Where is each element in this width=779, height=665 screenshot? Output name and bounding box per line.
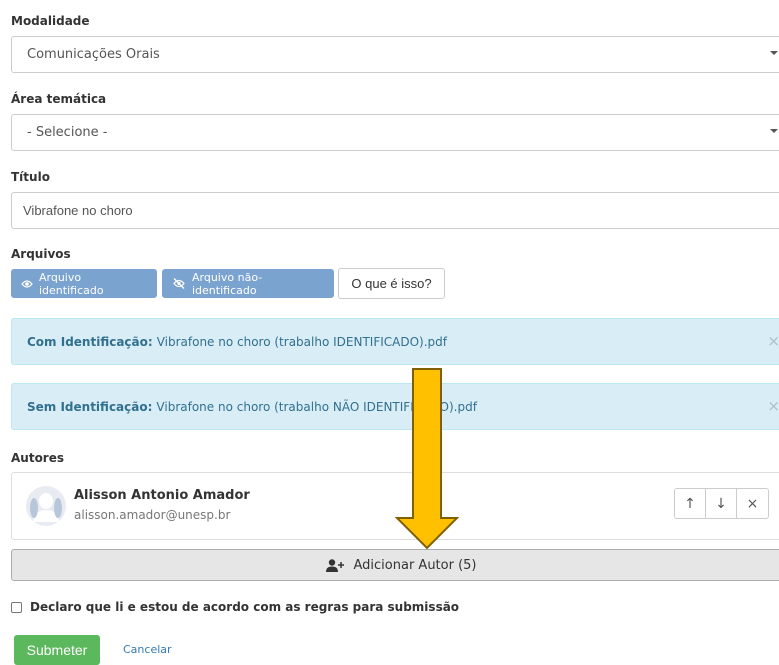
chevron-down-icon (770, 51, 778, 55)
alert-text: Vibrafone no choro (trabalho IDENTIFICAD… (156, 334, 447, 349)
chevron-down-icon (770, 129, 778, 133)
arquivo-nao-identificado-button[interactable]: Arquivo não-identificado (162, 269, 334, 298)
add-author-button[interactable]: Adicionar Autor (5) (11, 549, 779, 581)
arquivo-identificado-button[interactable]: Arquivo identificado (11, 269, 157, 298)
modalidade-select[interactable]: Comunicações Orais (11, 36, 779, 73)
add-author-label: Adicionar Autor (5) (353, 557, 477, 573)
arquivo-nao-identificado-label: Arquivo não-identificado (192, 270, 263, 297)
down-arrow-annotation-icon (395, 368, 459, 550)
alert-prefix: Sem Identificação: (27, 399, 153, 414)
autores-label: Autores (11, 451, 65, 465)
arrow-down-icon[interactable]: ↓ (706, 489, 737, 518)
close-icon[interactable]: × (767, 397, 779, 415)
declaro-label: Declaro que li e estou de acordo com as … (30, 600, 460, 614)
modalidade-value: Comunicações Orais (27, 47, 160, 62)
arquivos-label: Arquivos (11, 247, 71, 261)
avatar-placeholder-icon (26, 486, 66, 526)
area-tematica-label: Área temática (11, 92, 107, 106)
close-icon[interactable]: × (767, 332, 779, 350)
declaro-checkbox[interactable] (11, 601, 22, 613)
arquivo-identificado-label: Arquivo identificado (39, 270, 104, 297)
o-que-e-isso-button[interactable]: O que é isso? (338, 268, 445, 299)
author-actions: ↑ ↓ × (674, 488, 769, 519)
user-plus-icon (325, 558, 344, 572)
alert-com-identificacao: Com Identificação: Vibrafone no choro (t… (11, 318, 779, 365)
eye-slash-icon (173, 278, 185, 289)
author-email: alisson.amador@unesp.br (74, 508, 231, 522)
arrow-up-icon[interactable]: ↑ (675, 489, 706, 518)
area-tematica-select[interactable]: - Selecione - (11, 114, 779, 151)
cancel-link[interactable]: Cancelar (123, 643, 172, 656)
eye-icon (21, 279, 33, 288)
remove-author-icon[interactable]: × (737, 489, 768, 518)
alert-prefix: Com Identificação: (27, 334, 153, 349)
submit-button[interactable]: Submeter (14, 635, 100, 665)
titulo-label: Título (11, 170, 50, 184)
titulo-input[interactable]: Vibrafone no choro (11, 192, 779, 229)
titulo-value: Vibrafone no choro (23, 203, 133, 218)
modalidade-label: Modalidade (11, 14, 90, 28)
declaro-checkbox-row[interactable]: Declaro que li e estou de acordo com as … (11, 600, 459, 614)
area-tematica-value: - Selecione - (27, 125, 108, 140)
author-name: Alisson Antonio Amador (74, 488, 250, 503)
